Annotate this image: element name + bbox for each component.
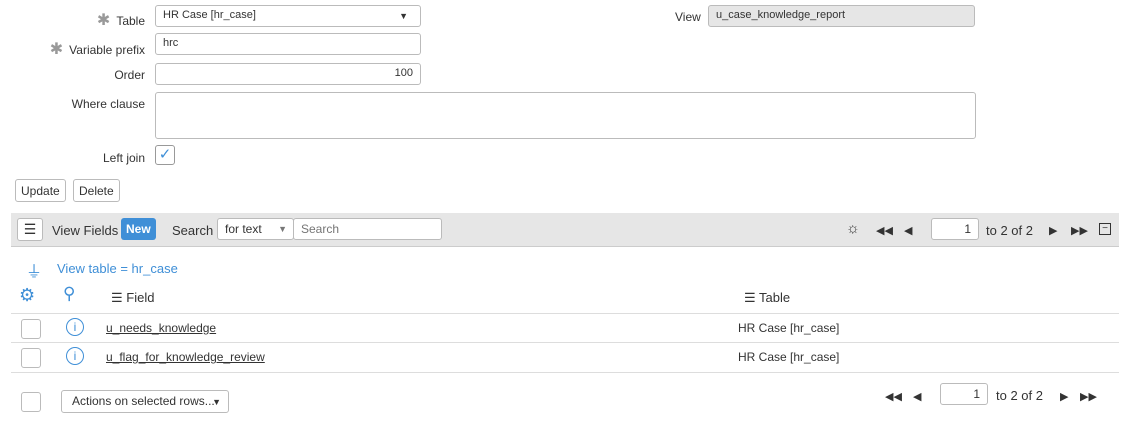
row-checkbox[interactable] bbox=[21, 319, 41, 339]
order-label: Order bbox=[114, 68, 145, 82]
view-label: View bbox=[675, 10, 701, 24]
search-label: Search bbox=[172, 223, 214, 238]
prev-page-icon[interactable]: ◀ bbox=[904, 224, 912, 237]
table-label: ✱ Table bbox=[96, 12, 145, 29]
new-button[interactable]: New bbox=[121, 218, 156, 240]
next-page-icon[interactable]: ▶ bbox=[1049, 224, 1057, 237]
page-range-bottom: to 2 of 2 bbox=[996, 388, 1043, 403]
prefix-label: ✱ Variable prefix bbox=[49, 41, 145, 58]
leftjoin-checkbox[interactable]: ✓ bbox=[155, 145, 175, 165]
page-input[interactable]: 1 bbox=[931, 218, 979, 240]
actions-select[interactable]: Actions on selected rows... ▼ bbox=[61, 390, 229, 413]
update-button[interactable]: Update bbox=[15, 179, 66, 202]
settings-gear-icon[interactable]: ⚙ bbox=[19, 285, 35, 306]
list-title: View Fields bbox=[52, 223, 119, 238]
next-page-icon[interactable]: ▶ bbox=[1060, 390, 1068, 403]
table-cell: HR Case [hr_case] bbox=[738, 321, 840, 335]
view-field: u_case_knowledge_report bbox=[708, 5, 975, 27]
filter-breadcrumb[interactable]: View table = hr_case bbox=[57, 261, 178, 276]
search-input[interactable] bbox=[293, 218, 442, 240]
last-page-icon[interactable]: ▶▶ bbox=[1080, 390, 1097, 403]
table-cell: HR Case [hr_case] bbox=[738, 350, 840, 364]
delete-button[interactable]: Delete bbox=[73, 179, 120, 202]
prefix-input[interactable]: hrc bbox=[155, 33, 421, 55]
search-icon[interactable]: ⚲ bbox=[63, 284, 75, 304]
column-field[interactable]: ☰ Field bbox=[111, 290, 154, 306]
first-page-icon[interactable]: ◀◀ bbox=[876, 224, 893, 237]
page-input-bottom[interactable]: 1 bbox=[940, 383, 988, 405]
leftjoin-label: Left join bbox=[102, 151, 145, 165]
row-checkbox[interactable] bbox=[21, 348, 41, 368]
info-icon[interactable]: i bbox=[66, 347, 84, 365]
first-page-icon[interactable]: ◀◀ bbox=[885, 390, 902, 403]
info-icon[interactable]: i bbox=[66, 318, 84, 336]
page-range: to 2 of 2 bbox=[986, 223, 1033, 238]
bug-icon[interactable]: ☼ bbox=[846, 220, 860, 237]
column-table[interactable]: ☰ Table bbox=[744, 290, 790, 306]
menu-icon[interactable]: ☰ bbox=[17, 218, 43, 241]
where-label: Where clause bbox=[71, 97, 145, 111]
collapse-icon[interactable]: − bbox=[1099, 223, 1111, 235]
table-row: i u_needs_knowledge HR Case [hr_case] bbox=[11, 313, 1119, 343]
list-header: ☰ View Fields New Search for text▼ ☼ ◀◀ … bbox=[11, 213, 1119, 247]
field-link[interactable]: u_needs_knowledge bbox=[106, 321, 216, 335]
search-field-select[interactable]: for text ▼ bbox=[217, 218, 294, 240]
order-input[interactable]: 100 bbox=[155, 63, 421, 85]
filter-icon[interactable]: ⏚ bbox=[26, 258, 42, 282]
last-page-icon[interactable]: ▶▶ bbox=[1071, 224, 1088, 237]
table-row: i u_flag_for_knowledge_review HR Case [h… bbox=[11, 342, 1119, 373]
where-input[interactable] bbox=[155, 92, 976, 139]
prev-page-icon[interactable]: ◀ bbox=[913, 390, 921, 403]
select-all-checkbox[interactable] bbox=[21, 392, 41, 412]
table-select[interactable]: HR Case [hr_case] ▼ bbox=[155, 5, 421, 27]
field-link[interactable]: u_flag_for_knowledge_review bbox=[106, 350, 265, 364]
